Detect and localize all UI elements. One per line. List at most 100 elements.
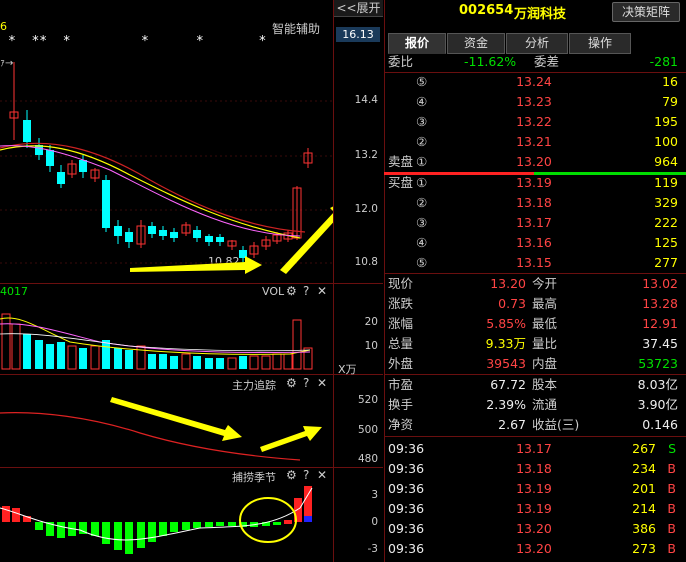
vol-tick: 20 [364,316,378,328]
quote-label: 涨跌 [388,296,414,311]
sell-order-row[interactable]: 卖盘 ① 13.20 964 [384,152,686,172]
main-force-tick: 500 [357,424,378,436]
buy-order-row[interactable]: ⑤ 13.15 277 [384,253,686,273]
current-price-tag: 16.13 [336,27,380,42]
fundamental-label: 流通 [532,397,558,412]
fundamental-value: 67.72 [490,377,526,392]
candles [9,62,313,262]
fundamental-row: 换手 2.39% 流通 3.90亿 [384,395,686,415]
annotation-arrow [110,397,242,441]
tab-quote[interactable]: 报价 [388,33,446,54]
tick-row[interactable]: 09:36 13.20 273 B [384,539,686,559]
tick-volume: 234 [632,461,656,476]
diff-value: -281 [649,54,678,69]
commission-row: 委比 -11.62% 委差 -281 [384,52,686,72]
sell-order-row[interactable]: ② 13.21 100 [384,132,686,152]
tick-side: B [667,481,676,496]
quote-value: 13.20 [490,276,526,291]
tab-analysis[interactable]: 分析 [506,33,568,54]
tick-time: 09:36 [388,481,425,496]
capture-tick: 0 [371,516,378,528]
tick-row[interactable]: 09:36 13.17 267 S [384,439,686,459]
tick-row[interactable]: 09:36 13.19 214 B [384,499,686,519]
quote-value: 9.33万 [485,336,526,351]
tick-time: 09:36 [388,441,425,456]
order-level: ⑤ [416,255,428,270]
buy-order-row[interactable]: ② 13.18 329 [384,193,686,213]
order-price: 13.24 [516,74,552,89]
tick-volume: 273 [632,541,656,556]
ratio-label: 委比 [388,54,414,69]
buy-order-row[interactable]: ④ 13.16 125 [384,233,686,253]
order-level: ③ [416,114,428,129]
price-tick: 10.8 [354,256,378,268]
tick-volume: 201 [632,481,656,496]
divider [384,436,686,437]
tick-price: 13.18 [516,461,552,476]
quote-label: 量比 [532,336,558,351]
capture-tick: -3 [367,543,378,555]
order-volume: 125 [654,235,678,250]
order-level: ④ [416,235,428,250]
quote-value: 13.02 [642,276,678,291]
quote-label: 内盘 [532,356,558,371]
order-volume: 100 [654,134,678,149]
tick-time: 09:36 [388,541,425,556]
price-tick: 13.2 [354,149,378,161]
tick-volume: 214 [632,501,656,516]
quote-row: 涨幅 5.85% 最低 12.91 [384,314,686,334]
tick-price: 13.20 [516,521,552,536]
tick-row[interactable]: 09:36 13.19 201 B [384,479,686,499]
order-price: 13.19 [516,175,552,190]
order-level: ① [416,154,428,169]
sell-order-row[interactable]: ⑤ 13.24 16 [384,72,686,92]
tick-volume: 267 [632,441,656,456]
order-side-label: 卖盘 [388,154,414,169]
buy-order-row[interactable]: ③ 13.17 222 [384,213,686,233]
tab-operation[interactable]: 操作 [569,33,631,54]
fundamental-label: 收益(三) [532,417,580,432]
sell-order-row[interactable]: ④ 13.23 79 [384,92,686,112]
order-volume: 119 [654,175,678,190]
tick-price: 13.19 [516,481,552,496]
order-price: 13.21 [516,134,552,149]
quote-label: 今开 [532,276,558,291]
buy-order-row[interactable]: 买盘 ① 13.19 119 [384,173,686,193]
order-level: ③ [416,215,428,230]
tick-time: 09:36 [388,461,425,476]
order-volume: 329 [654,195,678,210]
kline-gridlines [0,100,333,264]
fundamental-value: 2.39% [486,397,526,412]
tick-row[interactable]: 09:36 13.18 234 B [384,459,686,479]
order-volume: 79 [662,94,678,109]
quote-label: 现价 [388,276,414,291]
tab-funds[interactable]: 资金 [447,33,505,54]
axis-divider [333,0,334,562]
tick-row[interactable]: 09:36 13.20 386 B [384,519,686,539]
quote-value: 12.91 [642,316,678,331]
sell-order-row[interactable]: ③ 13.22 195 [384,112,686,132]
chart-area[interactable]: <<展开 6 智能辅助 * ** * * * * 16.13 14.4 13.2… [0,0,383,562]
capture-chart [0,486,313,554]
expand-button[interactable]: <<展开 [334,0,383,17]
stock-name: 万润科技 [514,7,567,22]
cursor-mark: ｧ→ [0,58,13,69]
decision-matrix-button[interactable]: 决策矩阵 [612,2,680,22]
quote-row: 总量 9.33万 量比 37.45 [384,334,686,354]
candlestick-chart: ｧ→ [0,58,333,274]
stock-code: 002654 [459,3,514,18]
tick-side: B [667,541,676,556]
quote-row: 涨跌 0.73 最高 13.28 [384,294,686,314]
vol-unit: X万 [338,363,357,376]
main-force-tick: 480 [357,453,378,465]
order-price: 13.22 [516,114,552,129]
main-force-chart [0,397,322,461]
order-volume: 964 [654,154,678,169]
quote-row: 外盘 39543 内盘 53723 [384,354,686,374]
tick-side: B [667,461,676,476]
annotation-arrow [260,426,322,452]
quote-label: 涨幅 [388,316,414,331]
fundamental-label: 市盈 [388,377,414,392]
fundamental-value: 8.03亿 [637,377,678,392]
order-level: ② [416,195,428,210]
